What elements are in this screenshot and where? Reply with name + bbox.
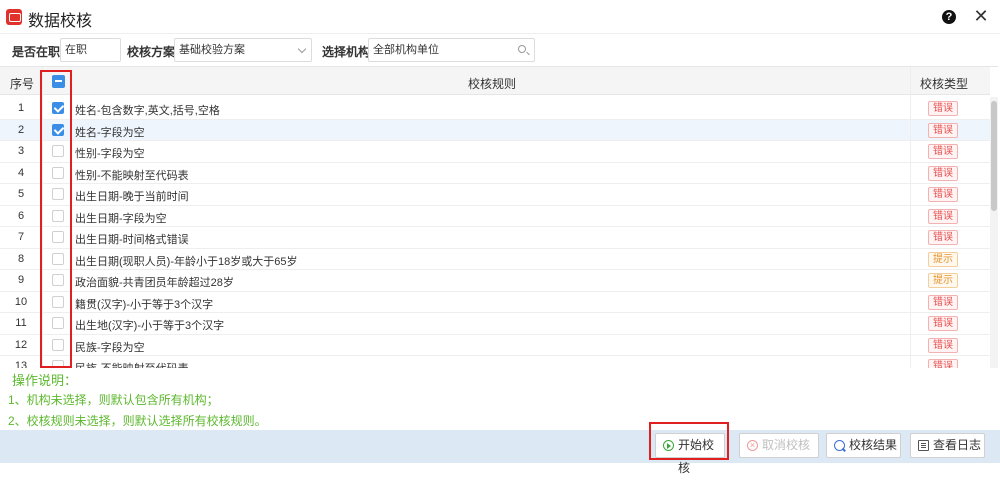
search-icon: [834, 440, 845, 451]
instruction-line: 2、校核规则未选择，则默认选择所有校核规则。: [8, 414, 267, 428]
rule-text: 民族-字段为空: [75, 341, 145, 354]
rule-grid: 序号 校核规则 校核类型 1 姓名-包含数字,英文,括号,空格 错误 2 姓名-字段为空…: [0, 66, 998, 378]
table-row[interactable]: 10 籍贯(汉字)-小于等于3个汉字 错误: [0, 292, 990, 313]
check-type-badge: 错误: [928, 144, 958, 159]
view-log-button[interactable]: 查看日志: [910, 433, 985, 458]
check-type-badge: 错误: [928, 101, 958, 116]
table-row[interactable]: 4 性别-不能映射至代码表 错误: [0, 163, 990, 184]
grid-scrollbar[interactable]: [990, 97, 998, 369]
instruction-line: 1、机构未选择，则默认包含所有机构；: [8, 393, 219, 407]
table-row[interactable]: 5 出生日期-晚于当前时间 错误: [0, 184, 990, 206]
instructions-title: 操作说明：: [12, 373, 78, 388]
table-row[interactable]: 8 出生日期(现职人员)-年龄小于18岁或大于65岁 提示: [0, 249, 990, 270]
rule-text: 出生日期-字段为空: [75, 212, 167, 225]
employed-value: 在职: [65, 44, 87, 56]
chevron-down-icon: [297, 44, 307, 54]
row-index: 4: [17, 166, 25, 179]
title-bar: 数据校核 ? ✕: [0, 0, 1000, 34]
row-index: 1: [17, 102, 25, 114]
rule-text: 政治面貌-共青团员年龄超过28岁: [75, 277, 234, 289]
check-type-badge: 错误: [928, 122, 958, 138]
view-log-label: 查看日志: [933, 438, 982, 452]
org-label: 选择机构: [322, 45, 371, 59]
scheme-value: 基础校验方案: [179, 44, 245, 56]
row-index: 11: [15, 317, 27, 329]
row-index: 9: [17, 274, 25, 286]
log-icon: [918, 440, 929, 451]
check-type-badge: 错误: [928, 165, 958, 181]
grid-header: 序号 校核规则 校核类型: [0, 67, 990, 95]
row-index: 6: [17, 209, 25, 222]
rule-text: 姓名-包含数字,英文,括号,空格: [75, 105, 220, 117]
filter-bar: 是否在职 在职 校核方案 基础校验方案 选择机构 全部机构单位: [0, 34, 1000, 66]
check-type-badge: 错误: [928, 208, 958, 224]
row-index: 3: [17, 145, 25, 157]
close-icon[interactable]: ✕: [972, 6, 990, 26]
rule-text: 出生日期(现职人员)-年龄小于18岁或大于65岁: [75, 255, 298, 268]
check-type-badge: 提示: [928, 251, 958, 267]
help-icon[interactable]: ?: [942, 10, 956, 24]
column-divider: [910, 67, 911, 369]
rule-text: 出生日期-时间格式错误: [75, 234, 189, 246]
table-row[interactable]: 12 民族-字段为空 错误: [0, 335, 990, 356]
type-header: 校核类型: [920, 77, 969, 91]
rule-text: 性别-字段为空: [75, 148, 145, 160]
table-row[interactable]: 7 出生日期-时间格式错误 错误: [0, 227, 990, 249]
rule-text: 籍贯(汉字)-小于等于3个汉字: [75, 298, 214, 311]
row-index: 2: [17, 123, 25, 136]
check-type-badge: 错误: [928, 316, 958, 331]
start-button-highlight: [649, 422, 729, 460]
app-logo-icon: [6, 9, 22, 25]
rule-text: 姓名-字段为空: [75, 126, 145, 139]
scrollbar-thumb[interactable]: [991, 101, 997, 211]
rule-text: 出生日期-晚于当前时间: [75, 191, 189, 203]
rule-header: 校核规则: [468, 77, 517, 91]
check-type-badge: 错误: [928, 187, 958, 202]
rule-text: 性别-不能映射至代码表: [75, 169, 189, 182]
checkbox-column-highlight: [40, 70, 72, 368]
cancel-check-button[interactable]: × 取消校核: [739, 433, 819, 458]
index-header: 序号: [10, 77, 35, 91]
table-row[interactable]: 2 姓名-字段为空 错误: [0, 119, 990, 141]
row-index: 10: [14, 295, 28, 308]
employed-label: 是否在职: [12, 45, 61, 59]
row-index: 5: [17, 188, 25, 200]
action-bar: 开始校核 × 取消校核 校核结果 查看日志: [0, 430, 1000, 475]
row-index: 7: [17, 231, 25, 243]
dialog-title: 数据校核: [28, 13, 93, 30]
row-index: 8: [17, 252, 25, 265]
row-index: 12: [14, 338, 28, 351]
check-type-badge: 错误: [928, 337, 958, 353]
rule-text: 出生地(汉字)-小于等于3个汉字: [75, 320, 225, 332]
employed-select[interactable]: 在职: [60, 38, 121, 62]
data-check-dialog: 数据校核 ? ✕ 是否在职 在职 校核方案 基础校验方案 选择机构 全部机构单位…: [0, 0, 1000, 475]
scheme-label: 校核方案: [127, 45, 176, 59]
check-type-badge: 提示: [928, 273, 958, 288]
table-row[interactable]: 9 政治面貌-共青团员年龄超过28岁 提示: [0, 270, 990, 292]
scheme-select[interactable]: 基础校验方案: [174, 38, 312, 62]
org-value: 全部机构单位: [373, 44, 439, 56]
check-result-button[interactable]: 校核结果: [826, 433, 901, 458]
table-row[interactable]: 3 性别-字段为空 错误: [0, 141, 990, 163]
table-row[interactable]: 11 出生地(汉字)-小于等于3个汉字 错误: [0, 313, 990, 335]
search-icon: [518, 45, 526, 53]
instructions-panel: 操作说明： 1、机构未选择，则默认包含所有机构； 2、校核规则未选择，则默认选择…: [0, 368, 1000, 430]
cancel-check-label: 取消校核: [762, 438, 811, 452]
table-row[interactable]: 1 姓名-包含数字,英文,括号,空格 错误: [0, 98, 990, 120]
check-type-badge: 错误: [928, 294, 958, 310]
table-row[interactable]: 6 出生日期-字段为空 错误: [0, 206, 990, 227]
check-result-label: 校核结果: [849, 438, 898, 452]
check-type-badge: 错误: [928, 230, 958, 245]
cancel-icon: ×: [747, 440, 758, 451]
org-picker[interactable]: 全部机构单位: [368, 38, 535, 62]
